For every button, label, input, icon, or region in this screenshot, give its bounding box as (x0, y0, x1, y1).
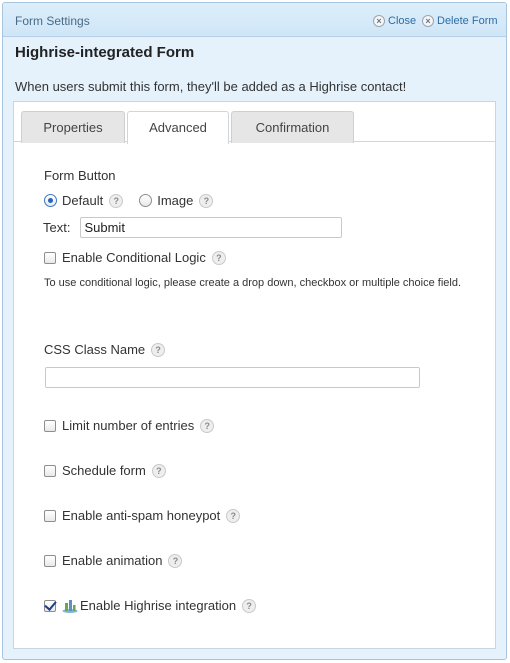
help-icon[interactable]: ? (151, 463, 166, 478)
conditional-logic-label[interactable]: Enable Conditional Logic (62, 250, 206, 265)
delete-label: Delete Form (437, 15, 498, 27)
conditional-logic-checkbox[interactable] (44, 251, 56, 264)
honeypot-row: Enable anti-spam honeypot ? (44, 508, 241, 523)
delete-form-button[interactable]: × Delete Form (422, 15, 498, 27)
button-type-radios: Default ? Image ? (44, 193, 214, 208)
close-button[interactable]: × Close (373, 15, 416, 27)
settings-content: Properties Advanced Confirmation Form Bu… (13, 101, 496, 649)
default-radio[interactable] (44, 194, 57, 207)
tab-properties[interactable]: Properties (21, 111, 125, 143)
honeypot-label[interactable]: Enable anti-spam honeypot (62, 508, 220, 523)
tab-advanced[interactable]: Advanced (127, 111, 229, 144)
tab-bar: Properties Advanced Confirmation (14, 102, 495, 144)
animation-row: Enable animation ? (44, 553, 183, 568)
button-text-label: Text: (43, 220, 71, 235)
css-class-heading: CSS Class Name ? (44, 342, 166, 357)
image-radio-label[interactable]: Image (157, 193, 193, 208)
close-label: Close (388, 15, 417, 27)
animation-checkbox[interactable] (44, 554, 56, 567)
limit-entries-row: Limit number of entries ? (44, 418, 215, 433)
css-class-label: CSS Class Name (44, 342, 146, 357)
tab-confirmation[interactable]: Confirmation (231, 111, 354, 143)
help-icon[interactable]: ? (226, 508, 241, 523)
schedule-form-row: Schedule form ? (44, 463, 166, 478)
help-icon[interactable]: ? (151, 342, 166, 357)
default-radio-label[interactable]: Default (62, 193, 103, 208)
highrise-row: Enable Highrise integration ? (44, 598, 257, 613)
delete-icon: × (422, 15, 434, 27)
help-icon[interactable]: ? (200, 418, 215, 433)
schedule-form-checkbox[interactable] (44, 464, 56, 477)
form-button-heading: Form Button (44, 168, 116, 183)
limit-entries-checkbox[interactable] (44, 419, 56, 432)
limit-entries-label[interactable]: Limit number of entries (62, 418, 194, 433)
honeypot-checkbox[interactable] (44, 509, 56, 522)
conditional-logic-note: To use conditional logic, please create … (44, 277, 462, 289)
css-class-input[interactable] (45, 367, 420, 388)
highrise-logo-icon (62, 599, 78, 613)
panel-titlebar: Form Settings × Close × Delete Form (3, 3, 506, 37)
help-icon[interactable]: ? (109, 193, 124, 208)
help-icon[interactable]: ? (199, 193, 214, 208)
form-description: When users submit this form, they'll be … (15, 79, 407, 94)
panel-title: Form Settings (15, 14, 90, 28)
help-icon[interactable]: ? (168, 553, 183, 568)
help-icon[interactable]: ? (242, 598, 257, 613)
form-name: Highrise-integrated Form (15, 44, 195, 61)
schedule-form-label[interactable]: Schedule form (62, 463, 146, 478)
button-text-input[interactable] (80, 217, 343, 238)
button-text-row: Text: (43, 217, 343, 238)
close-icon: × (373, 15, 385, 27)
help-icon[interactable]: ? (211, 250, 226, 265)
highrise-checkbox[interactable] (44, 599, 56, 612)
animation-label[interactable]: Enable animation (62, 553, 162, 568)
form-settings-panel: Form Settings × Close × Delete Form High… (2, 2, 507, 660)
conditional-logic-row: Enable Conditional Logic ? (44, 250, 226, 265)
highrise-label[interactable]: Enable Highrise integration (80, 598, 236, 613)
image-radio[interactable] (139, 194, 153, 207)
